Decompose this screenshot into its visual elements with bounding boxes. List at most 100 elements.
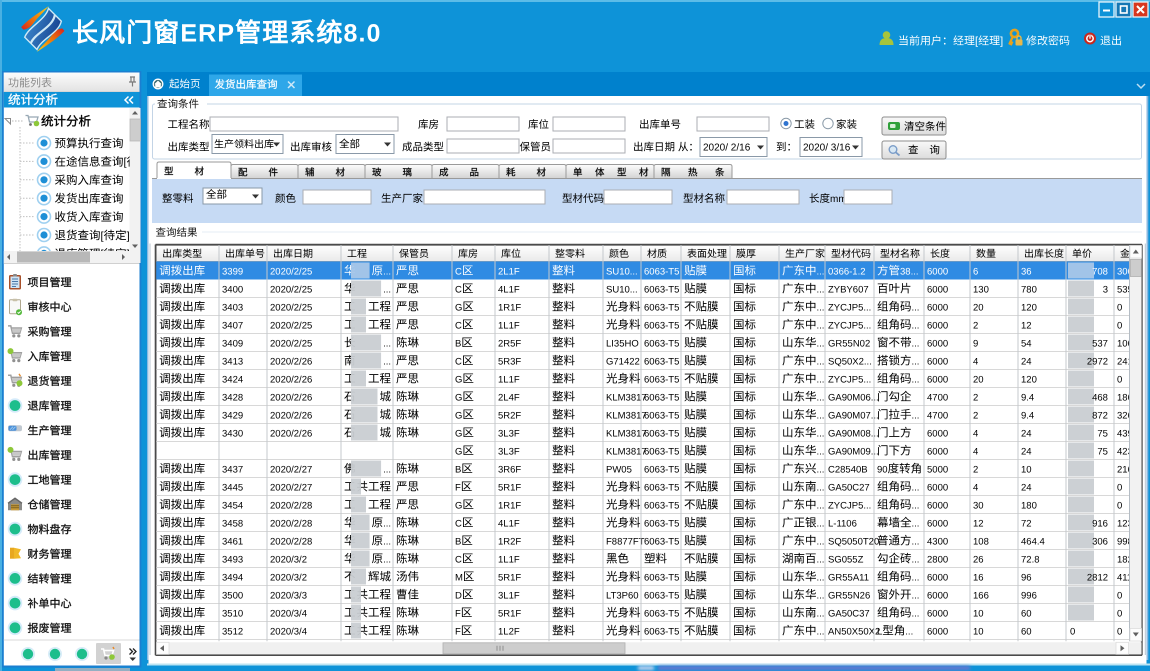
svg-text:F8877FT: F8877FT	[606, 537, 645, 548]
svg-text:...: ...	[905, 627, 913, 638]
svg-text:...: ...	[817, 303, 825, 314]
svg-text:0: 0	[1117, 609, 1122, 620]
svg-text:1L1F: 1L1F	[498, 321, 520, 332]
svg-text:5R3F: 5R3F	[498, 357, 521, 368]
svg-text:2020/2/28: 2020/2/28	[270, 519, 312, 530]
svg-text:180: 180	[1021, 501, 1037, 512]
svg-text:2020/2/26: 2020/2/26	[270, 393, 312, 404]
svg-text:3409: 3409	[222, 339, 243, 350]
svg-text:780: 780	[1021, 285, 1037, 296]
svg-text:464.4: 464.4	[1021, 537, 1045, 548]
svg-text:6000: 6000	[927, 303, 948, 314]
svg-text:ZYCJP5...: ZYCJP5...	[828, 303, 871, 314]
svg-text:6063-T5: 6063-T5	[644, 627, 679, 638]
svg-text:...: ...	[817, 375, 825, 386]
svg-text:10: 10	[1021, 465, 1032, 476]
svg-text:26: 26	[973, 555, 984, 566]
svg-text:0: 0	[1070, 627, 1075, 638]
svg-text:B: B	[455, 537, 461, 548]
svg-text:3L3F: 3L3F	[498, 447, 520, 458]
svg-text:GA90M08...: GA90M08...	[828, 429, 879, 440]
svg-text:3445: 3445	[222, 483, 243, 494]
svg-text:6063-T5: 6063-T5	[644, 411, 679, 422]
svg-text:9: 9	[973, 339, 978, 350]
svg-text:AN50X50X2: AN50X50X2	[828, 627, 880, 638]
svg-text:...: ...	[912, 339, 920, 350]
svg-text:6000: 6000	[927, 573, 948, 584]
svg-text:537: 537	[1092, 339, 1108, 350]
svg-text:9.4: 9.4	[1021, 393, 1034, 404]
svg-text:4: 4	[973, 447, 978, 458]
svg-text:...: ...	[383, 357, 391, 368]
svg-text:108: 108	[973, 537, 989, 548]
svg-text:LT3P60: LT3P60	[606, 591, 639, 602]
svg-text:20: 20	[973, 375, 984, 386]
svg-text:2800: 2800	[927, 555, 948, 566]
svg-text:G71422: G71422	[606, 357, 640, 368]
svg-text:...: ...	[383, 555, 391, 566]
svg-text:3407: 3407	[222, 321, 243, 332]
svg-text:...: ...	[817, 519, 825, 530]
svg-text:2020/2/26: 2020/2/26	[270, 411, 312, 422]
svg-text:5R2F: 5R2F	[498, 411, 521, 422]
svg-text:6000: 6000	[927, 627, 948, 638]
svg-text:SQ5050T20: SQ5050T20	[828, 537, 879, 548]
svg-text:6063-T5: 6063-T5	[644, 267, 679, 278]
svg-text:2020/3/4: 2020/3/4	[270, 609, 307, 620]
svg-text:LI35HO: LI35HO	[606, 339, 639, 350]
svg-text:3430: 3430	[222, 429, 243, 440]
svg-text:916: 916	[1092, 519, 1108, 530]
svg-text:3510: 3510	[222, 609, 243, 620]
svg-text:166: 166	[973, 591, 989, 602]
svg-text:6063-T5: 6063-T5	[644, 573, 679, 584]
svg-text:6063-T5: 6063-T5	[644, 537, 679, 548]
svg-text:6063-T5: 6063-T5	[644, 429, 679, 440]
svg-text:38...: 38...	[900, 267, 919, 278]
svg-text:]: ]	[127, 230, 130, 242]
svg-text:6000: 6000	[927, 339, 948, 350]
svg-text:872: 872	[1092, 411, 1108, 422]
svg-text:6000: 6000	[927, 519, 948, 530]
svg-text:...: ...	[912, 321, 920, 332]
svg-text:10: 10	[973, 627, 984, 638]
svg-text:SU10...: SU10...	[606, 285, 638, 296]
svg-text:...: ...	[383, 537, 391, 548]
svg-text:G: G	[455, 447, 462, 458]
svg-text:G: G	[455, 411, 462, 422]
svg-text:0366-1.2: 0366-1.2	[828, 267, 866, 278]
svg-text:60: 60	[1021, 627, 1032, 638]
svg-text:6000: 6000	[927, 591, 948, 602]
svg-text:2020/2/27: 2020/2/27	[270, 483, 312, 494]
svg-text:24: 24	[1021, 447, 1032, 458]
svg-text:0: 0	[1117, 303, 1122, 314]
svg-text:9.4: 9.4	[1021, 411, 1034, 422]
svg-text:6000: 6000	[927, 609, 948, 620]
svg-text:M: M	[455, 573, 463, 584]
svg-text:F: F	[455, 609, 461, 620]
svg-text:L: L	[877, 627, 882, 638]
svg-text:6063-T5: 6063-T5	[644, 483, 679, 494]
svg-text:C: C	[455, 285, 462, 296]
svg-text:3424: 3424	[222, 375, 243, 386]
svg-text:C: C	[455, 321, 462, 332]
svg-text:96: 96	[1021, 573, 1032, 584]
svg-text:72: 72	[1021, 519, 1032, 530]
svg-text:...: ...	[912, 573, 920, 584]
svg-text:G: G	[455, 501, 462, 512]
svg-text:GA90M07...: GA90M07...	[828, 411, 879, 422]
svg-text:SQ50X2...: SQ50X2...	[828, 357, 872, 368]
svg-text:...: ...	[912, 375, 920, 386]
svg-text:4700: 4700	[927, 411, 948, 422]
svg-text:G: G	[455, 303, 462, 314]
svg-text:...: ...	[912, 303, 920, 314]
svg-text:2R5F: 2R5F	[498, 339, 521, 350]
svg-text:1R2F: 1R2F	[498, 537, 521, 548]
svg-text:24: 24	[1021, 357, 1032, 368]
svg-text:B: B	[455, 465, 461, 476]
svg-text:6000: 6000	[927, 357, 948, 368]
svg-text:G: G	[455, 393, 462, 404]
svg-text:...: ...	[912, 519, 920, 530]
svg-text:0: 0	[1117, 483, 1122, 494]
svg-text:12: 12	[973, 519, 984, 530]
svg-text:...: ...	[817, 591, 825, 602]
